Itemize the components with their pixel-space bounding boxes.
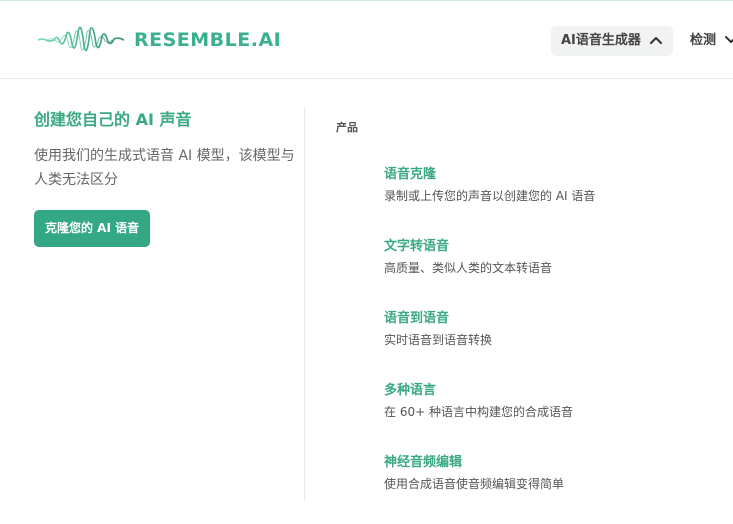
- product-title: 语音到语音: [384, 311, 450, 326]
- nav-detect[interactable]: 检测: [680, 26, 733, 56]
- product-title: 语音克隆: [384, 167, 437, 182]
- product-text-to-speech[interactable]: 文字转语音 高质量、类似人类的文本转语音: [384, 236, 724, 308]
- hero-panel: 创建您自己的 AI 声音 使用我们的生成式语音 AI 模型，该模型与人类无法区分…: [34, 108, 296, 247]
- clone-voice-button[interactable]: 克隆您的 AI 语音: [34, 210, 151, 247]
- brand-name: RESEMBLE.AI: [134, 29, 282, 51]
- product-description: 录制或上传您的声音以创建您的 AI 语音: [384, 189, 596, 203]
- nav-label: AI语音生成器: [561, 33, 641, 48]
- product-title: 多种语言: [384, 383, 437, 398]
- nav-ai-voice-generator[interactable]: AI语音生成器: [551, 26, 673, 56]
- product-description: 在 60+ 种语言中构建您的合成语音: [384, 405, 573, 419]
- product-voice-cloning[interactable]: 语音克隆 录制或上传您的声音以创建您的 AI 语音: [384, 164, 724, 236]
- chevron-down-icon: [724, 26, 733, 56]
- product-description: 实时语音到语音转换: [384, 333, 493, 347]
- hero-description: 使用我们的生成式语音 AI 模型，该模型与人类无法区分: [34, 148, 295, 188]
- product-speech-to-speech[interactable]: 语音到语音 实时语音到语音转换: [384, 308, 724, 380]
- waveform-icon: [38, 20, 124, 60]
- nav-label: 检测: [690, 33, 717, 48]
- chevron-up-icon: [649, 26, 663, 56]
- product-description: 高质量、类似人类的文本转语音: [384, 261, 553, 275]
- hero-title: 创建您自己的 AI 声音: [34, 110, 192, 129]
- products-section-title: 产品: [336, 121, 358, 134]
- site-header: RESEMBLE.AI AI语音生成器 检测: [0, 1, 733, 79]
- product-title: 神经音频编辑: [384, 455, 463, 470]
- panel-divider: [304, 108, 305, 500]
- product-neural-audio-editing[interactable]: 神经音频编辑 使用合成语音使音频编辑变得简单: [384, 452, 724, 524]
- product-description: 使用合成语音使音频编辑变得简单: [384, 477, 565, 491]
- products-list: 语音克隆 录制或上传您的声音以创建您的 AI 语音 文字转语音 高质量、类似人类…: [384, 164, 724, 524]
- product-title: 文字转语音: [384, 239, 450, 254]
- product-multilingual[interactable]: 多种语言 在 60+ 种语言中构建您的合成语音: [384, 380, 724, 452]
- brand-logo[interactable]: RESEMBLE.AI: [38, 20, 281, 60]
